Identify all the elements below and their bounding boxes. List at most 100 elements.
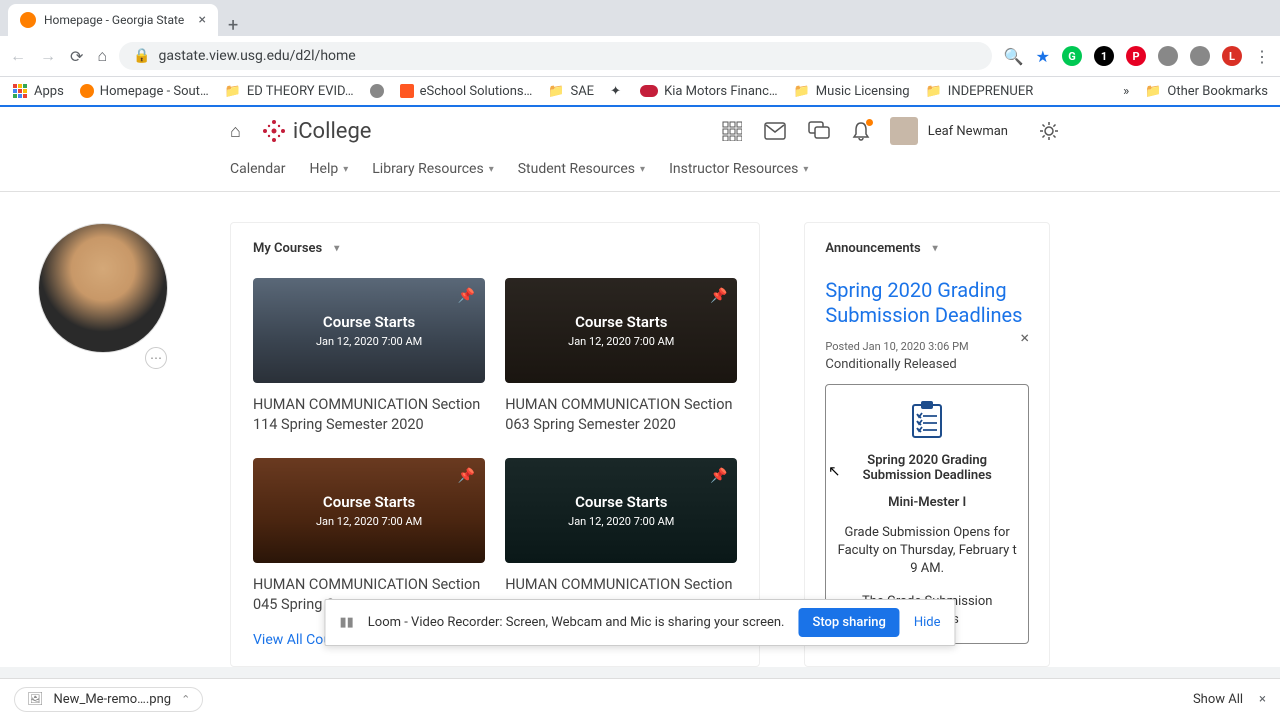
course-card[interactable]: 📌 Course Starts Jan 12, 2020 7:00 AM HUM… bbox=[253, 458, 485, 614]
notification-icon[interactable] bbox=[852, 121, 870, 141]
screen-share-bar: ▮▮ Loom - Video Recorder: Screen, Webcam… bbox=[324, 599, 955, 646]
kebab-menu-icon[interactable]: ⋮ bbox=[1254, 47, 1270, 66]
lock-icon: 🔒 bbox=[133, 48, 150, 64]
bookmark-item[interactable]: eSchool Solutions… bbox=[400, 84, 533, 99]
ext-circle-icon[interactable] bbox=[1190, 46, 1210, 66]
course-thumbnail: 📌 Course Starts Jan 12, 2020 7:00 AM bbox=[505, 458, 737, 563]
announcement-status: Conditionally Released bbox=[825, 357, 1029, 372]
show-all-downloads[interactable]: Show All bbox=[1193, 692, 1243, 707]
bookmark-item[interactable] bbox=[370, 84, 384, 98]
url-box[interactable]: 🔒 gastate.view.usg.edu/d2l/home bbox=[119, 42, 992, 70]
folder-icon: 📁 bbox=[225, 84, 241, 99]
address-bar: ← → ⟳ ⌂ 🔒 gastate.view.usg.edu/d2l/home … bbox=[0, 36, 1280, 77]
browser-chrome: Homepage - Georgia State × + ← → ⟳ ⌂ 🔒 g… bbox=[0, 0, 1280, 107]
profile-avatar-icon[interactable]: L bbox=[1222, 46, 1242, 66]
nav-calendar[interactable]: Calendar bbox=[230, 161, 286, 177]
avatar-more-button[interactable]: ⋯ bbox=[145, 347, 167, 369]
course-card[interactable]: 📌 Course Starts Jan 12, 2020 7:00 AM HUM… bbox=[505, 458, 737, 614]
chevron-down-icon: ▾ bbox=[343, 164, 348, 175]
header-icons bbox=[722, 121, 870, 141]
downloads-close-icon[interactable]: × bbox=[1259, 692, 1266, 707]
reload-icon[interactable]: ⟳ bbox=[70, 47, 83, 66]
announcement-close-icon[interactable]: × bbox=[1020, 328, 1029, 347]
chevron-down-icon: ▾ bbox=[803, 164, 808, 175]
waffle-icon[interactable] bbox=[722, 121, 742, 141]
chevron-down-icon: ▾ bbox=[489, 164, 494, 175]
main-content: My Courses ▾ 📌 Course Starts Jan 12, 202… bbox=[0, 192, 1280, 667]
bookmark-item[interactable]: 📁SAE bbox=[548, 84, 594, 99]
tab-bar: Homepage - Georgia State × + bbox=[0, 0, 1280, 36]
bookmark-favicon: ✦ bbox=[610, 84, 624, 98]
course-title: HUMAN COMMUNICATION Section 063 Spring S… bbox=[505, 395, 737, 434]
pin-icon[interactable]: 📌 bbox=[458, 468, 475, 484]
addr-right-icons: 🔍 ★ G 1 P L ⋮ bbox=[1004, 46, 1270, 66]
course-card[interactable]: 📌 Course Starts Jan 12, 2020 7:00 AM HUM… bbox=[253, 278, 485, 434]
nav-library[interactable]: Library Resources▾ bbox=[372, 161, 493, 177]
bookmark-favicon bbox=[400, 84, 414, 98]
apps-shortcut[interactable]: Apps bbox=[12, 83, 64, 99]
brand-text: iCollege bbox=[293, 119, 372, 144]
bookmark-overflow[interactable]: » bbox=[1123, 84, 1129, 99]
chevron-down-icon: ▾ bbox=[640, 164, 645, 175]
panel-heading[interactable]: My Courses ▾ bbox=[253, 241, 737, 256]
folder-icon: 📁 bbox=[794, 84, 810, 99]
pin-icon[interactable]: 📌 bbox=[710, 288, 727, 304]
image-file-icon: 🖼 bbox=[27, 692, 44, 707]
ext-pinterest-icon[interactable]: P bbox=[1126, 46, 1146, 66]
url-text: gastate.view.usg.edu/d2l/home bbox=[159, 48, 356, 64]
course-thumbnail: 📌 Course Starts Jan 12, 2020 7:00 AM bbox=[505, 278, 737, 383]
apps-grid-icon bbox=[12, 83, 28, 99]
course-thumbnail: 📌 Course Starts Jan 12, 2020 7:00 AM bbox=[253, 278, 485, 383]
stop-sharing-button[interactable]: Stop sharing bbox=[798, 608, 899, 637]
panel-heading[interactable]: Announcements ▾ bbox=[825, 241, 1029, 256]
back-icon[interactable]: ← bbox=[10, 46, 26, 66]
nav-student[interactable]: Student Resources▾ bbox=[518, 161, 645, 177]
bookmark-item[interactable]: Homepage - Sout… bbox=[80, 84, 209, 99]
pin-icon[interactable]: 📌 bbox=[458, 288, 475, 304]
nav-help[interactable]: Help▾ bbox=[310, 161, 349, 177]
site-header: ⌂ iCollege Leaf Newman bbox=[0, 107, 1280, 155]
zoom-icon[interactable]: 🔍 bbox=[1004, 47, 1024, 66]
new-tab-button[interactable]: + bbox=[218, 15, 248, 36]
user-menu[interactable]: Leaf Newman bbox=[890, 117, 1008, 145]
download-item[interactable]: 🖼 New_Me-remo….png ⌃ bbox=[14, 687, 203, 712]
brand-logo[interactable]: iCollege bbox=[261, 118, 372, 144]
logo-icon bbox=[261, 118, 287, 144]
browser-tab[interactable]: Homepage - Georgia State × bbox=[8, 4, 218, 36]
bookmark-item[interactable]: 📁Music Licensing bbox=[794, 84, 910, 99]
downloads-bar: 🖼 New_Me-remo….png ⌃ Show All × bbox=[0, 678, 1280, 720]
announcement-title-link[interactable]: Spring 2020 Grading Submission Deadlines bbox=[825, 278, 1029, 328]
course-title: HUMAN COMMUNICATION Section bbox=[505, 575, 737, 595]
main-nav: Calendar Help▾ Library Resources▾ Studen… bbox=[0, 155, 1280, 192]
star-icon[interactable]: ★ bbox=[1036, 47, 1050, 66]
hide-button[interactable]: Hide bbox=[914, 615, 941, 630]
course-card[interactable]: 📌 Course Starts Jan 12, 2020 7:00 AM HUM… bbox=[505, 278, 737, 434]
bookmarks-bar: Apps Homepage - Sout… 📁ED THEORY EVID… e… bbox=[0, 77, 1280, 107]
mail-icon[interactable] bbox=[764, 122, 786, 140]
bookmark-item[interactable]: Kia Motors Financ… bbox=[640, 84, 778, 99]
folder-icon: 📁 bbox=[1145, 84, 1161, 99]
tab-close-icon[interactable]: × bbox=[199, 12, 206, 28]
ext-grammarly-icon[interactable]: G bbox=[1062, 46, 1082, 66]
tab-favicon bbox=[20, 12, 36, 28]
chevron-up-icon[interactable]: ⌃ bbox=[181, 693, 190, 706]
bookmark-item[interactable]: ✦ bbox=[610, 84, 624, 98]
home-icon[interactable]: ⌂ bbox=[97, 46, 107, 66]
user-name: Leaf Newman bbox=[928, 124, 1008, 139]
ext-g-icon[interactable] bbox=[1158, 46, 1178, 66]
home-icon[interactable]: ⌂ bbox=[230, 121, 241, 142]
bookmark-item[interactable]: 📁INDEPRENUER bbox=[926, 84, 1034, 99]
other-bookmarks[interactable]: 📁Other Bookmarks bbox=[1145, 84, 1268, 99]
announcement-date: Posted Jan 10, 2020 3:06 PM bbox=[825, 340, 1029, 353]
bookmark-item[interactable]: 📁ED THEORY EVID… bbox=[225, 84, 354, 99]
profile-avatar-large[interactable] bbox=[38, 223, 168, 353]
forward-icon[interactable]: → bbox=[40, 46, 56, 66]
pin-icon[interactable]: 📌 bbox=[710, 468, 727, 484]
chat-icon[interactable] bbox=[808, 121, 830, 141]
kia-favicon bbox=[640, 85, 658, 97]
gear-icon[interactable] bbox=[1038, 120, 1060, 142]
download-filename: New_Me-remo….png bbox=[54, 692, 172, 707]
nav-instructor[interactable]: Instructor Resources▾ bbox=[669, 161, 808, 177]
ext-badge-icon[interactable]: 1 bbox=[1094, 46, 1114, 66]
folder-icon: 📁 bbox=[926, 84, 942, 99]
